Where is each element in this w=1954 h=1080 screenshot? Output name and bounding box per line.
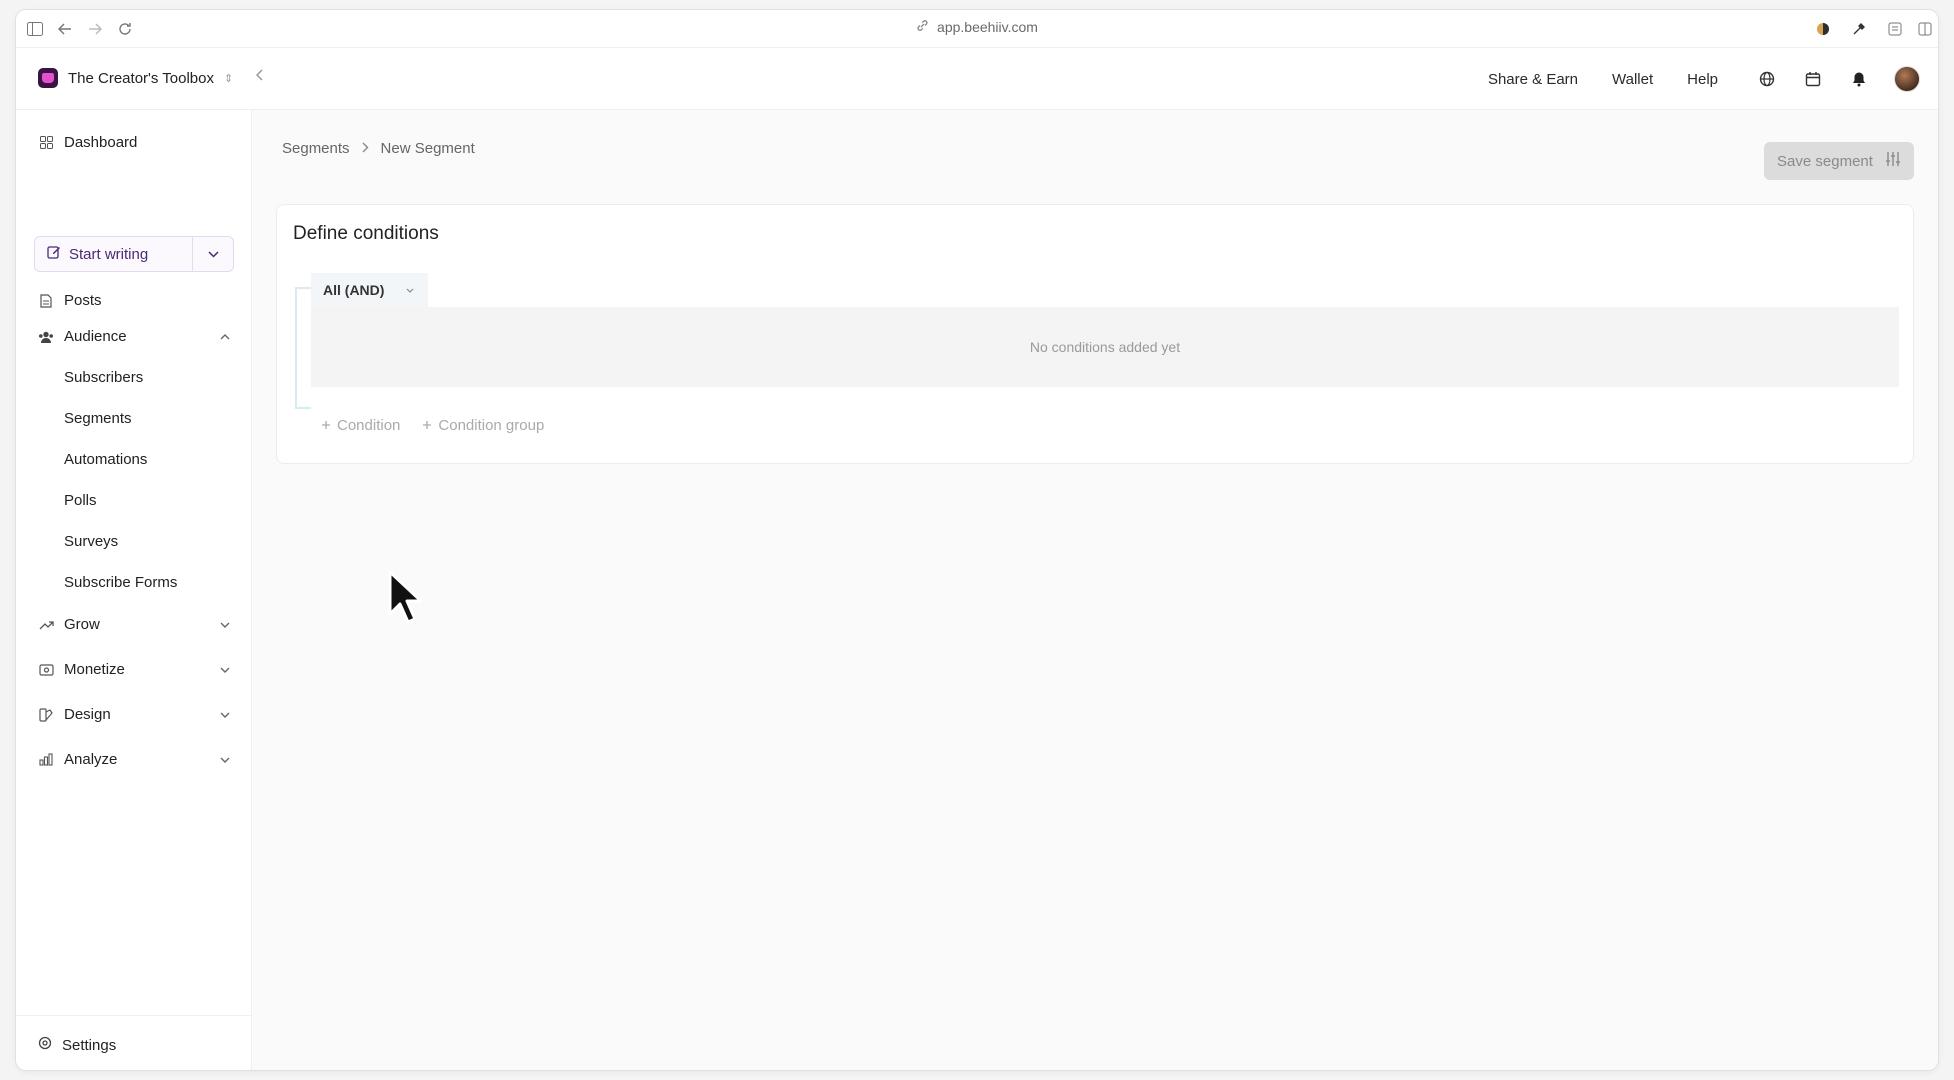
sidebar-item-monetize[interactable]: Monetize xyxy=(38,661,234,678)
breadcrumb-segments[interactable]: Segments xyxy=(282,140,350,157)
sidebar-item-polls[interactable]: Polls xyxy=(64,492,97,509)
sidebar-item-label: Settings xyxy=(62,1036,117,1054)
palette-icon xyxy=(38,707,54,723)
edit-icon xyxy=(47,245,61,263)
breadcrumb: Segments New Segment xyxy=(282,140,475,157)
condition-group-rail xyxy=(295,287,311,409)
publication-logo-icon xyxy=(38,68,58,88)
chevron-down-icon xyxy=(406,285,414,296)
sidebar-item-label: Audience xyxy=(64,328,127,345)
sidebar-item-automations[interactable]: Automations xyxy=(64,451,147,468)
extension-icon[interactable] xyxy=(1814,20,1832,38)
start-writing-main[interactable]: Start writing xyxy=(35,237,193,271)
sidebar-item-subscribe-forms[interactable]: Subscribe Forms xyxy=(64,574,177,591)
help-link[interactable]: Help xyxy=(1687,71,1718,88)
address-bar[interactable]: app.beehiiv.com xyxy=(16,19,1938,35)
document-icon xyxy=(38,293,54,309)
avatar[interactable] xyxy=(1894,66,1920,92)
group-operator-label: All (AND) xyxy=(323,282,385,298)
bar-chart-icon xyxy=(38,752,54,768)
sidebar-item-label: Monetize xyxy=(64,661,125,678)
browser-toolbar: app.beehiiv.com xyxy=(16,10,1938,48)
sidebar: Dashboard Start writing Posts Audience S… xyxy=(16,110,252,1070)
sidebar-divider xyxy=(16,1015,251,1016)
sidebar-item-settings[interactable]: Settings xyxy=(38,1036,116,1054)
sidebar-item-grow[interactable]: Grow xyxy=(38,616,234,633)
sliders-icon xyxy=(1885,151,1901,171)
link-icon xyxy=(916,19,929,35)
breadcrumb-current: New Segment xyxy=(380,140,475,157)
split-view-icon[interactable] xyxy=(1916,20,1934,38)
eyedropper-icon[interactable] xyxy=(1850,20,1868,38)
publication-switcher[interactable]: The Creator's Toolbox ⇕ xyxy=(38,68,233,88)
plus-icon xyxy=(321,417,331,434)
plus-icon xyxy=(422,417,432,434)
url-text: app.beehiiv.com xyxy=(937,19,1038,35)
sidebar-item-design[interactable]: Design xyxy=(38,706,234,723)
add-condition-group-button[interactable]: Condition group xyxy=(422,417,544,434)
card-title: Define conditions xyxy=(293,223,439,244)
start-writing-label: Start writing xyxy=(69,245,149,263)
start-writing-button[interactable]: Start writing xyxy=(34,236,234,272)
save-segment-button[interactable]: Save segment xyxy=(1764,142,1914,180)
users-icon xyxy=(38,329,54,345)
gear-icon xyxy=(38,1036,52,1054)
sidebar-item-label: Analyze xyxy=(64,751,118,768)
calendar-icon[interactable] xyxy=(1802,68,1824,90)
group-operator-select[interactable]: All (AND) xyxy=(311,273,429,307)
grid-icon xyxy=(38,135,54,151)
bell-icon[interactable] xyxy=(1848,68,1870,90)
main-content: Segments New Segment Save segment Define… xyxy=(252,110,1938,1070)
add-condition-group-label: Condition group xyxy=(438,417,545,434)
mouse-cursor-icon xyxy=(388,570,428,630)
add-condition-button[interactable]: Condition xyxy=(321,417,400,434)
chevron-down-icon xyxy=(220,664,230,676)
chevron-up-down-icon: ⇕ xyxy=(224,72,234,85)
sidebar-item-label: Grow xyxy=(64,616,100,633)
define-conditions-card: Define conditions All (AND) No condition… xyxy=(276,204,1914,464)
sidebar-item-analyze[interactable]: Analyze xyxy=(38,751,234,768)
publication-name: The Creator's Toolbox xyxy=(68,69,214,87)
collapse-sidebar-icon[interactable] xyxy=(255,68,264,84)
sidebar-item-label: Dashboard xyxy=(64,134,138,151)
chevron-down-icon xyxy=(220,709,230,721)
add-actions: Condition Condition group xyxy=(321,417,544,434)
sidebar-item-subscribers[interactable]: Subscribers xyxy=(64,369,143,386)
chevron-down-icon xyxy=(220,619,230,631)
empty-message: No conditions added yet xyxy=(1029,339,1181,355)
trending-up-icon xyxy=(38,617,54,633)
conditions-empty-state: No conditions added yet xyxy=(311,307,1899,387)
chevron-right-icon xyxy=(362,141,369,156)
browser-window: app.beehiiv.com The Creator's Toolbox ⇕ … xyxy=(16,10,1938,1070)
add-condition-label: Condition xyxy=(337,417,401,434)
sidebar-item-dashboard[interactable]: Dashboard xyxy=(38,134,234,151)
chevron-down-icon xyxy=(207,245,219,263)
app-header: The Creator's Toolbox ⇕ Share & Earn Wal… xyxy=(16,48,1938,110)
save-segment-label: Save segment xyxy=(1777,152,1873,170)
start-writing-dropdown[interactable] xyxy=(193,237,233,271)
wallet-link[interactable]: Wallet xyxy=(1612,71,1653,88)
sidebar-item-label: Posts xyxy=(64,292,102,309)
reader-icon[interactable] xyxy=(1886,20,1904,38)
globe-icon[interactable] xyxy=(1756,68,1778,90)
sidebar-item-audience[interactable]: Audience xyxy=(38,328,234,345)
chevron-down-icon xyxy=(220,754,230,766)
sidebar-item-label: Design xyxy=(64,706,111,723)
money-icon xyxy=(38,662,54,678)
share-earn-link[interactable]: Share & Earn xyxy=(1488,71,1578,88)
sidebar-item-posts[interactable]: Posts xyxy=(38,292,234,309)
sidebar-item-surveys[interactable]: Surveys xyxy=(64,533,118,550)
sidebar-item-segments[interactable]: Segments xyxy=(64,410,132,427)
chevron-up-icon xyxy=(220,331,230,343)
